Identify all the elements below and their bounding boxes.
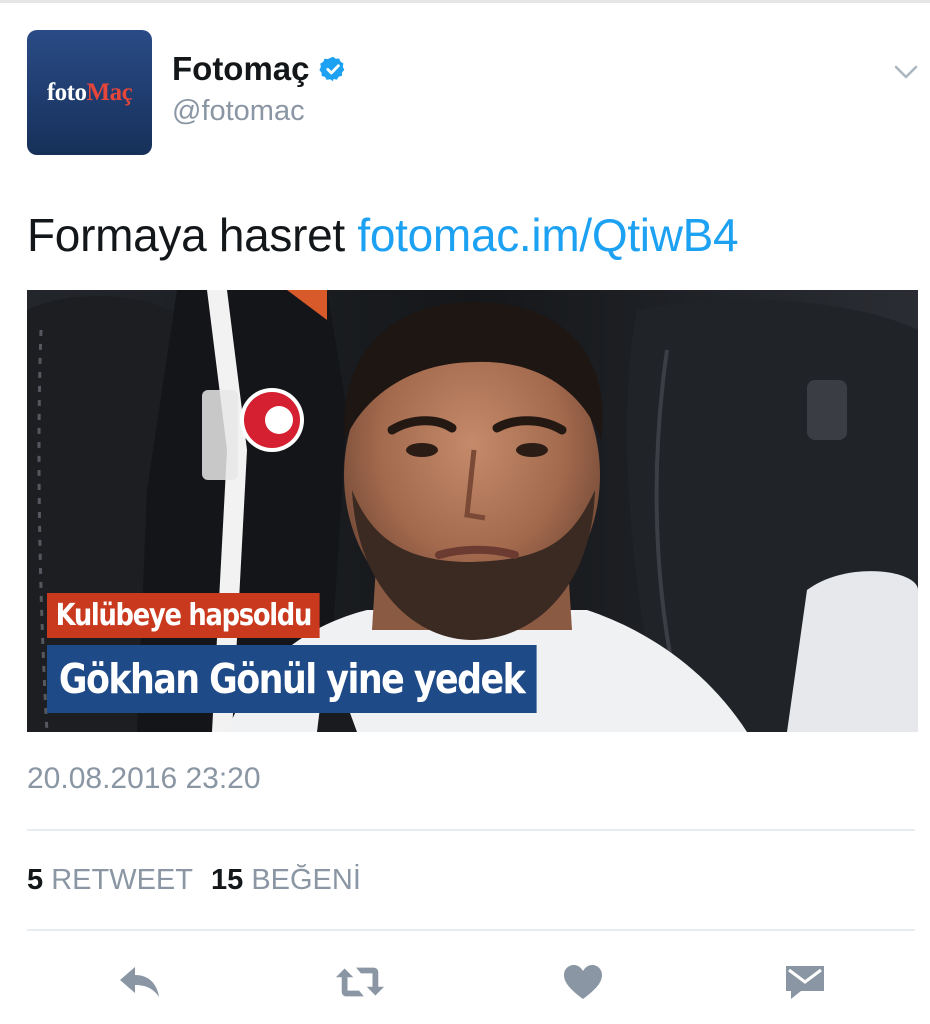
account-name-text: Fotomaç: [172, 50, 310, 87]
avatar-logo: fotoMaç: [46, 78, 133, 106]
chevron-down-icon[interactable]: [893, 62, 919, 82]
tweet-timestamp[interactable]: 20.08.2016 23:20: [27, 762, 261, 796]
retweet-label: RETWEET: [51, 864, 193, 896]
tweet-link[interactable]: fotomac.im/QtiwB4: [357, 209, 738, 261]
retweet-icon: [335, 967, 385, 997]
account-name[interactable]: Fotomaç: [172, 50, 347, 88]
like-label: BEĞENİ: [251, 864, 361, 896]
avatar[interactable]: fotoMaç: [27, 30, 152, 155]
account-handle[interactable]: @fotomac: [172, 95, 305, 128]
verified-badge-icon: [318, 56, 344, 82]
media-caption-top: Kulübeye hapsoldu: [47, 593, 320, 638]
tweet-text: Formaya hasret fotomac.im/QtiwB4: [27, 208, 739, 262]
divider-stats-top: [27, 829, 915, 831]
top-divider: [0, 0, 930, 3]
message-button[interactable]: [780, 960, 830, 1004]
media-caption-bottom: Gökhan Gönül yine yedek: [47, 645, 537, 713]
reply-icon: [120, 967, 159, 997]
like-count: 15: [210, 864, 244, 896]
like-icon: [564, 965, 602, 999]
tweet-stats: 5 RETWEET 15 BEĞENİ: [27, 864, 361, 897]
like-button[interactable]: [558, 960, 608, 1004]
retweet-stat[interactable]: 5 RETWEET: [27, 864, 193, 896]
retweet-count: 5: [27, 864, 44, 896]
reply-button[interactable]: [115, 960, 165, 1004]
message-icon: [786, 966, 824, 999]
retweet-button[interactable]: [335, 960, 385, 1004]
divider-stats-bottom: [27, 929, 915, 931]
tweet-body: Formaya hasret: [27, 209, 345, 261]
like-stat[interactable]: 15 BEĞENİ: [211, 864, 361, 896]
